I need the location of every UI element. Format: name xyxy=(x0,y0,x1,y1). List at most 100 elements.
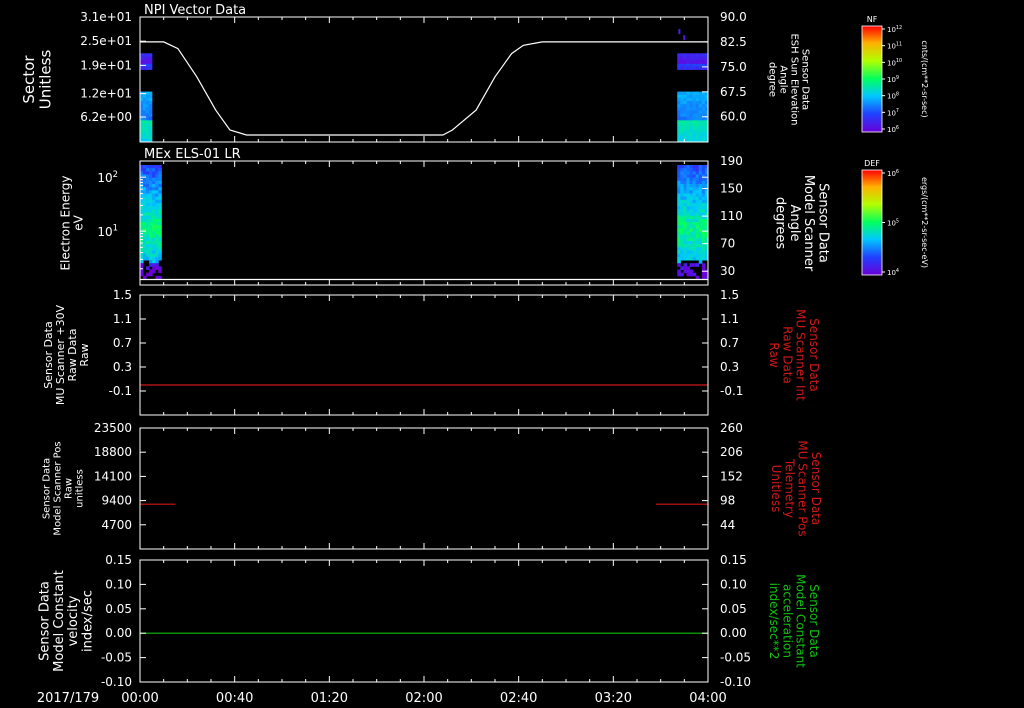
heatmap-cell xyxy=(689,203,694,207)
heatmap-cell xyxy=(149,168,153,172)
heatmap-cell xyxy=(683,193,687,198)
heatmap-cell xyxy=(695,129,700,133)
heatmap-cell xyxy=(680,253,684,258)
y-right-axis-label-line: Model Constant xyxy=(794,574,808,668)
heatmap-cell xyxy=(680,250,684,255)
heatmap-cell xyxy=(677,101,681,105)
x-tick-label: 00:40 xyxy=(216,691,253,706)
heatmap-cell xyxy=(145,113,150,118)
panel-frame xyxy=(139,160,709,286)
y-axis-label-line: Unitless xyxy=(36,50,54,110)
plot-canvas: SectorUnitless Sensor DataESH Sun Elevati… xyxy=(20,3,929,706)
heatmap-cell xyxy=(680,180,684,185)
heatmap-cell xyxy=(695,94,700,99)
y-right-axis-label: Sensor DataMU Scanner IntRaw DataRaw xyxy=(767,309,821,401)
heatmap-cell xyxy=(143,231,147,236)
heatmap-cell xyxy=(689,269,694,274)
heatmap-cell xyxy=(695,104,700,108)
heatmap-cell xyxy=(695,180,700,185)
y-right-axis-label-line: degree xyxy=(767,62,778,97)
heatmap-cell xyxy=(701,101,706,105)
heatmap-cell xyxy=(683,122,687,127)
heatmap-cell xyxy=(692,225,697,229)
heatmap-cell xyxy=(698,244,703,248)
heatmap-cell xyxy=(689,187,694,191)
heatmap-cell xyxy=(686,135,691,140)
heatmap-cell xyxy=(677,260,681,264)
heatmap-cell xyxy=(680,174,684,179)
heatmap-cell xyxy=(689,184,694,188)
heatmap-cell xyxy=(686,56,691,61)
heatmap-cell xyxy=(677,244,681,248)
heatmap-cell xyxy=(143,190,147,194)
heatmap-cell xyxy=(677,228,681,232)
y-tick-label: 4700 xyxy=(101,518,132,532)
heatmap-cell xyxy=(146,171,150,175)
heatmap-cell xyxy=(149,237,153,242)
heatmap-cell xyxy=(698,66,703,70)
heatmap-cell xyxy=(158,165,162,169)
heatmap-cell xyxy=(698,107,703,111)
y-right-axis-label-line: acceleration xyxy=(780,584,794,658)
heatmap-cell xyxy=(686,218,691,223)
heatmap-cell xyxy=(701,184,706,188)
heatmap-cell xyxy=(698,247,703,251)
heatmap-cell xyxy=(155,256,159,261)
heatmap-cell xyxy=(692,241,697,245)
heatmap-cell xyxy=(142,135,147,140)
heatmap-cell xyxy=(683,263,687,267)
heatmap-cell xyxy=(701,218,706,223)
y-tick-label: 0.15 xyxy=(105,553,132,567)
heatmap-cell xyxy=(695,177,700,182)
heatmap-cell xyxy=(145,107,150,111)
heatmap-cell xyxy=(146,225,150,229)
heatmap-cell xyxy=(695,113,700,118)
heatmap-cell xyxy=(686,237,691,242)
heatmap-cell xyxy=(689,222,694,226)
heatmap-cell xyxy=(158,209,162,213)
heatmap-cell xyxy=(145,122,150,127)
heatmap-cell xyxy=(148,110,153,115)
heatmap-cell xyxy=(695,222,700,226)
heatmap-cell xyxy=(701,168,706,172)
heatmap-cell xyxy=(683,101,687,105)
heatmap-cell xyxy=(152,168,156,172)
heatmap-cell xyxy=(146,272,150,277)
heatmap-cell xyxy=(149,187,153,191)
heatmap-cell xyxy=(686,116,691,121)
heatmap-cell xyxy=(143,256,147,261)
heatmap-cell xyxy=(695,107,700,111)
heatmap-cell xyxy=(143,212,147,217)
heatmap-cell xyxy=(680,168,684,172)
heatmap-cell xyxy=(143,241,147,245)
heatmap-cell xyxy=(680,129,684,133)
heatmap-cell xyxy=(689,263,694,267)
heatmap-cell xyxy=(692,212,697,217)
heatmap-cell xyxy=(689,190,694,194)
heatmap-cell xyxy=(677,190,681,194)
heatmap-cell xyxy=(140,107,144,111)
heatmap-cell xyxy=(686,222,691,226)
heatmap-cell xyxy=(140,222,144,226)
heatmap-cell xyxy=(701,104,706,108)
heatmap-cell xyxy=(689,199,694,204)
y-tick-label: -0.10 xyxy=(101,675,132,689)
color-bar-tick-label: 106 xyxy=(887,125,899,134)
heatmap-cell xyxy=(677,174,681,179)
heatmap-cell xyxy=(692,247,697,251)
heatmap-cell xyxy=(149,165,153,169)
y-right-tick-label: 0.3 xyxy=(720,360,739,374)
heatmap-cell xyxy=(680,132,684,137)
heatmap-cell xyxy=(145,116,150,121)
heatmap-cell xyxy=(143,237,147,242)
y-tick-label: -0.05 xyxy=(101,651,132,665)
heatmap-cell xyxy=(148,97,153,102)
y-right-axis-label: Sensor DataESH Sun ElevationAngledegree xyxy=(767,33,811,125)
heatmap-cell xyxy=(146,222,150,226)
heatmap-cell xyxy=(695,256,700,261)
heatmap-cell xyxy=(686,269,691,274)
heatmap-cell xyxy=(683,237,687,242)
heatmap-cell xyxy=(680,184,684,188)
heatmap-cell xyxy=(692,116,697,121)
heatmap-cell xyxy=(155,266,159,270)
